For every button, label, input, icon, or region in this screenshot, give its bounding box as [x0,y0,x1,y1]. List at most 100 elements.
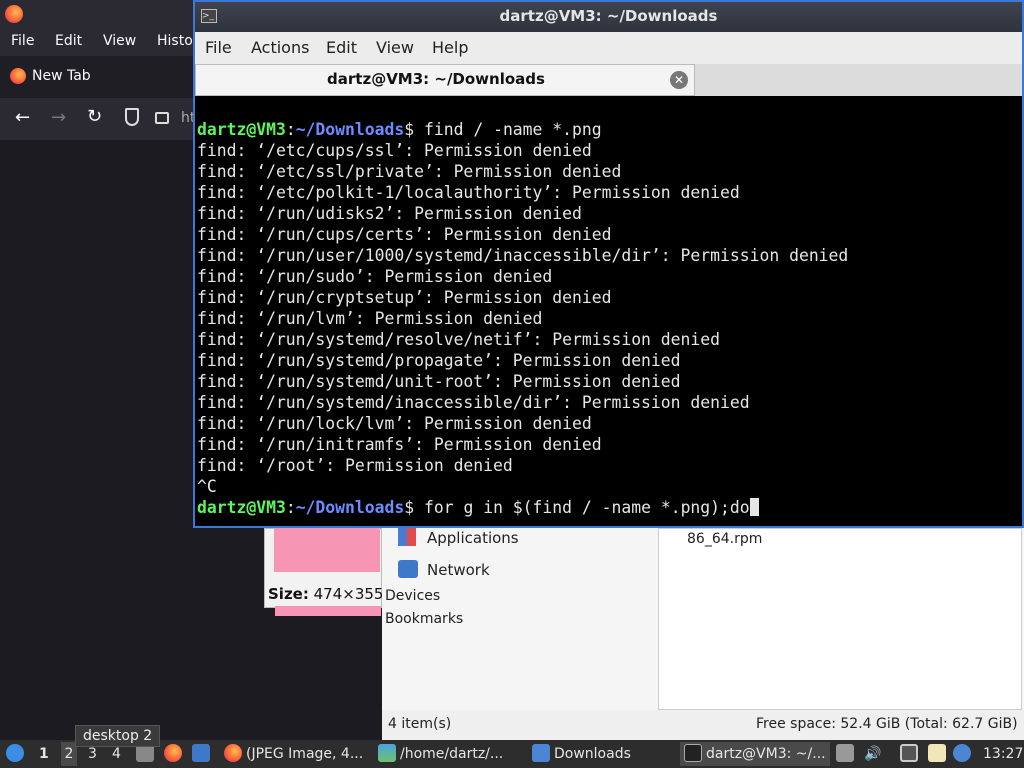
terminal-tab-label: dartz@VM3: ~/Downloads [327,70,545,88]
volume-icon[interactable]: 🔊 [864,742,882,766]
terminal-menu-edit[interactable]: Edit [326,38,357,57]
command-text: for g in $(find / -name *.png);do [424,498,750,517]
prompt-user: dartz@VM3 [197,498,286,517]
terminal-menubar: File Actions Edit View Help [195,32,1022,64]
start-menu-icon[interactable] [6,742,26,766]
terminal-titlebar[interactable]: >_ dartz@VM3: ~/Downloads [195,2,1022,32]
sidebar-section-devices[interactable]: Devices [385,588,440,604]
firefox-tabbar: New Tab [0,56,200,98]
terminal-output-line: find: ‘/run/lvm’: Permission denied [197,309,543,328]
prompt-path: ~/Downloads [295,120,405,139]
file-manager-launcher-icon[interactable] [192,742,214,766]
clipboard-icon[interactable] [928,742,948,766]
firefox-launcher-icon[interactable] [164,742,186,766]
terminal-output-line: find: ‘/run/sudo’: Permission denied [197,267,553,286]
terminal-prompt-line-current: dartz@VM3:~/Downloads$ for g in $(find /… [197,497,1022,518]
terminal-output-line: find: ‘/run/systemd/propagate’: Permissi… [197,351,681,370]
prompt-user: dartz@VM3 [197,120,286,139]
terminal-output-line: find: ‘/etc/cups/ssl’: Permission denied [197,141,592,160]
terminal-prompt-line: dartz@VM3:~/Downloads$ find / -name *.pn… [197,119,1022,140]
file-manager-sidebar: Applications Network Devices Bookmarks [382,528,658,710]
image-icon [378,744,396,762]
back-arrow-icon[interactable]: ← [15,107,30,128]
file-manager-main: 86_64.rpm [658,528,1022,710]
terminal-tab[interactable]: dartz@VM3: ~/Downloads ✕ [195,64,695,96]
firefox-menubar: File Edit View Histo [0,28,200,56]
display-icon[interactable] [900,742,920,766]
taskbar-window-firefox[interactable]: (JPEG Image, 4... [224,742,370,766]
prompt-separator: : [285,498,296,517]
shield-icon[interactable] [125,108,139,126]
terminal-menu-file[interactable]: File [205,38,232,57]
terminal-output-line: find: ‘/run/systemd/inaccessible/dir’: P… [197,393,750,412]
terminal-menu-actions[interactable]: Actions [251,38,309,57]
desktop-1-button[interactable]: 1 [39,742,53,766]
lock-icon [155,112,169,124]
applications-icon [398,528,416,546]
firefox-navbar: ← → ↻ ht [0,98,200,140]
firefox-menu-history[interactable]: Histo [157,33,193,49]
terminal-cursor [749,498,759,516]
taskbar-window-label: Downloads [554,746,631,762]
terminal-output-line: find: ‘/etc/polkit-1/localauthority’: Pe… [197,183,740,202]
update-notifier-icon[interactable] [953,742,973,766]
desktop-tooltip: desktop 2 [75,725,161,747]
terminal-tabbar: dartz@VM3: ~/Downloads ✕ [195,64,1022,96]
folder-icon [532,744,550,762]
terminal-output-line: find: ‘/run/systemd/resolve/netif’: Perm… [197,330,721,349]
firefox-titlebar [0,0,200,28]
firefox-menu-edit[interactable]: Edit [55,33,82,49]
terminal-menu-help[interactable]: Help [432,38,468,57]
image-preview-bottom [275,606,381,616]
command-text: find / -name *.png [424,120,602,139]
sidebar-item-applications[interactable]: Applications [427,529,519,547]
terminal-output-line: find: ‘/etc/ssl/private’: Permission den… [197,162,622,181]
firefox-icon [224,744,242,762]
forward-arrow-icon[interactable]: → [51,107,66,128]
status-item-count: 4 item(s) [388,716,452,732]
terminal-menu-view[interactable]: View [376,38,414,57]
taskbar-window-label: (JPEG Image, 4... [246,746,364,762]
taskbar-window-image-viewer[interactable]: /home/dartz/... [378,742,520,766]
terminal-output-line: find: ‘/run/systemd/unit-root’: Permissi… [197,372,681,391]
taskbar-window-label: /home/dartz/... [400,746,504,762]
firefox-icon [5,5,23,23]
terminal-title: dartz@VM3: ~/Downloads [499,7,718,25]
terminal-icon [684,744,702,762]
size-label: Size: [268,585,309,603]
terminal-output-line: find: ‘/run/initramfs’: Permission denie… [197,435,602,454]
terminal-window: >_ dartz@VM3: ~/Downloads File Actions E… [193,0,1024,528]
firefox-tab-icon [10,68,26,84]
prompt-dollar: $ [404,120,424,139]
firefox-tab-label[interactable]: New Tab [32,68,91,84]
terminal-output-line: ^C [197,477,217,496]
size-value: 474×355 [313,585,384,603]
prompt-separator: : [285,120,296,139]
image-preview [274,528,380,572]
terminal-output-line: find: ‘/run/cups/certs’: Permission deni… [197,225,612,244]
terminal-output-line: find: ‘/run/udisks2’: Permission denied [197,204,582,223]
taskbar-window-downloads[interactable]: Downloads [532,742,672,766]
prompt-path: ~/Downloads [295,498,405,517]
network-icon [398,560,418,578]
firefox-menu-view[interactable]: View [103,33,136,49]
sidebar-item-network[interactable]: Network [427,561,490,579]
taskbar-window-terminal[interactable]: dartz@VM3: ~/... [680,742,830,766]
terminal-output[interactable]: dartz@VM3:~/Downloads$ find / -name *.pn… [197,119,1022,519]
status-free-space: Free space: 52.4 GiB (Total: 62.7 GiB) [756,716,1018,732]
terminal-output-line: find: ‘/run/lock/lvm’: Permission denied [197,414,592,433]
terminal-output-line: find: ‘/root’: Permission denied [197,456,513,475]
terminal-output-line: find: ‘/run/user/1000/systemd/inaccessib… [197,246,849,265]
firefox-menu-file[interactable]: File [11,33,34,49]
close-icon[interactable]: ✕ [670,71,688,89]
prompt-dollar: $ [404,498,424,517]
image-size-label: Size: 474×355 [268,585,383,603]
taskbar-window-label: dartz@VM3: ~/... [706,746,826,762]
file-manager-statusbar: 4 item(s) Free space: 52.4 GiB (Total: 6… [382,710,1024,740]
reload-icon[interactable]: ↻ [87,106,102,127]
clock[interactable]: 13:27 [983,742,1023,766]
sidebar-section-bookmarks[interactable]: Bookmarks [385,611,463,627]
file-item-label[interactable]: 86_64.rpm [687,531,762,547]
terminal-output-line: find: ‘/run/cryptsetup’: Permission deni… [197,288,612,307]
trash-icon[interactable] [836,742,854,766]
